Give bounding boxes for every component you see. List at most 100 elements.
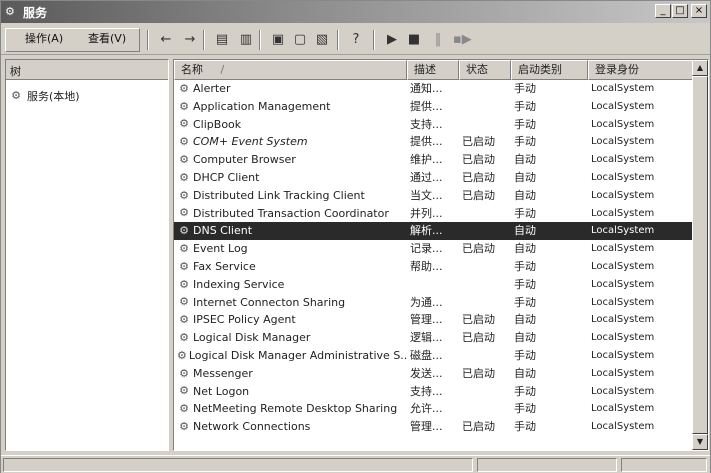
close-button[interactable]: × — [691, 4, 707, 18]
service-name-label: Logical Disk Manager — [193, 331, 311, 345]
tree-node-services-local[interactable]: ⚙ 服务(本地) — [9, 88, 80, 104]
export-list-icon[interactable]: ▧ — [313, 31, 331, 49]
cell-logon-as: LocalSystem — [591, 278, 655, 290]
table-row[interactable]: ⚙ Network Connections 管理... 已启动 手动 LocalSyste… — [174, 418, 694, 436]
start-service-icon[interactable]: ▶ — [383, 31, 401, 49]
minimize-button[interactable]: _ — [655, 4, 671, 18]
service-name-label: IPSEC Policy Agent — [193, 313, 296, 327]
cell-description: 通知... — [410, 82, 443, 95]
cell-description: 解析... — [410, 224, 443, 238]
column-header-status[interactable]: 状态 — [459, 60, 511, 80]
cell-description — [407, 276, 459, 294]
service-gears-icon: ⚙ — [179, 331, 189, 345]
cell-description: 管理... — [410, 420, 443, 434]
column-header-logon-as[interactable]: 登录身份 — [588, 60, 694, 80]
service-gears-icon: ⚙ — [179, 242, 189, 256]
services-list: 名称 / 描述 状态 启动类别 登录身份 ⚙ Alerter 通知... 手动 Loca… — [173, 59, 709, 451]
help-icon[interactable]: ? — [347, 31, 365, 49]
cell-status — [459, 383, 511, 401]
cell-status: 已启动 — [462, 170, 495, 184]
scrollbar-thumb[interactable] — [692, 76, 708, 434]
column-header-startup-type[interactable]: 启动类别 — [511, 60, 588, 80]
cell-logon-as: LocalSystem — [591, 136, 655, 148]
table-row[interactable]: ⚙ Internet Connecton Sharing 为通... 手动 LocalS… — [174, 294, 694, 312]
table-row[interactable]: ⚙ COM+ Event System 提供... 已启动 手动 LocalSystem — [174, 133, 694, 151]
table-row[interactable]: ⚙ Logical Disk Manager 逻辑... 已启动 自动 LocalSyst… — [174, 329, 694, 347]
cell-description: 提供... — [410, 135, 443, 149]
cell-status — [459, 400, 511, 418]
rows-container: ⚙ Alerter 通知... 手动 LocalSystem ⚙ Application M… — [174, 80, 694, 436]
cell-name: ⚙ Event Log — [174, 240, 407, 258]
cell-name: ⚙ Messenger — [174, 365, 407, 383]
table-row[interactable]: ⚙ Application Management 提供... 手动 LocalSyste… — [174, 98, 694, 116]
up-folder-icon[interactable]: ▤ — [213, 31, 231, 49]
service-gears-icon: ⚙ — [179, 420, 189, 434]
cell-logon-as: LocalSystem — [591, 332, 655, 344]
scroll-down-arrow-icon[interactable]: ▼ — [692, 434, 708, 450]
service-name-label: Event Log — [193, 242, 248, 256]
services-window: ⚙ 服务 _ □ × 操作(A) 查看(V) ← → ▤ ▥ ▣ ▢ ▧ ? ▶… — [0, 0, 711, 473]
cell-logon-as: LocalSystem — [591, 171, 655, 183]
service-gears-icon: ⚙ — [179, 81, 189, 95]
table-row[interactable]: ⚙ Distributed Transaction Coordinator 并列..… — [174, 205, 694, 223]
column-header-description[interactable]: 描述 — [407, 60, 459, 80]
table-row[interactable]: ⚙ IPSEC Policy Agent 管理... 已启动 自动 LocalSystem — [174, 311, 694, 329]
cell-name: ⚙ Alerter — [174, 80, 407, 98]
cell-description: 逻辑... — [410, 331, 443, 345]
service-gears-icon: ⚙ — [177, 348, 187, 362]
service-gears-icon: ⚙ — [179, 277, 189, 291]
table-row[interactable]: ⚙ Logical Disk Manager Administrative S..… — [174, 347, 694, 365]
maximize-button[interactable]: □ — [672, 4, 688, 18]
cell-logon-as: LocalSystem — [591, 225, 655, 237]
table-row[interactable]: ⚙ Distributed Link Tracking Client 当文... 已启… — [174, 187, 694, 205]
cell-status — [459, 294, 511, 312]
table-row[interactable]: ⚙ Indexing Service 手动 LocalSystem — [174, 276, 694, 294]
refresh-icon[interactable]: ▢ — [291, 31, 309, 49]
stop-service-icon[interactable]: ■ — [405, 31, 423, 49]
cell-description: 提供... — [410, 99, 443, 113]
cell-name: ⚙ NetMeeting Remote Desktop Sharing — [174, 400, 407, 418]
cell-startup-type: 手动 — [514, 277, 536, 291]
service-gears-icon: ⚙ — [179, 259, 189, 273]
menu-view[interactable]: 查看(V) — [88, 30, 126, 46]
gears-icon: ⚙ — [11, 89, 21, 102]
table-row[interactable]: ⚙ Fax Service 帮助... 手动 LocalSystem — [174, 258, 694, 276]
table-row[interactable]: ⚙ DNS Client 解析... 自动 LocalSystem — [174, 222, 694, 241]
cell-status — [459, 276, 511, 294]
vertical-scrollbar[interactable]: ▲ ▼ — [692, 60, 708, 450]
pause-service-icon[interactable]: ‖ — [429, 31, 447, 49]
service-name-label: DNS Client — [193, 224, 253, 238]
cell-startup-type: 手动 — [514, 206, 536, 220]
back-arrow-icon[interactable]: ← — [157, 31, 175, 49]
service-name-label: Net Logon — [193, 384, 250, 398]
cell-startup-type: 自动 — [514, 313, 536, 327]
service-name-label: Indexing Service — [193, 277, 285, 291]
table-row[interactable]: ⚙ Computer Browser 维护... 已启动 自动 LocalSystem — [174, 151, 694, 169]
cell-description: 支持... — [410, 117, 443, 131]
table-row[interactable]: ⚙ ClipBook 支持... 手动 LocalSystem — [174, 116, 694, 134]
table-row[interactable]: ⚙ Event Log 记录... 已启动 自动 LocalSystem — [174, 240, 694, 258]
table-row[interactable]: ⚙ Messenger 发送... 已启动 自动 LocalSystem — [174, 365, 694, 383]
table-row[interactable]: ⚙ Net Logon 支持... 手动 LocalSystem — [174, 383, 694, 401]
cell-startup-type: 手动 — [514, 420, 536, 434]
service-name-label: Distributed Link Tracking Client — [193, 188, 365, 202]
cell-name: ⚙ Indexing Service — [174, 276, 407, 294]
cell-name: ⚙ Computer Browser — [174, 151, 407, 169]
table-row[interactable]: ⚙ DHCP Client 通过... 已启动 自动 LocalSystem — [174, 169, 694, 187]
properties-icon[interactable]: ▣ — [269, 31, 287, 49]
restart-service-icon[interactable]: ▪▶ — [453, 31, 472, 49]
cell-description: 管理... — [410, 313, 443, 327]
column-header-name[interactable]: 名称 / — [174, 60, 407, 80]
show-hide-tree-icon[interactable]: ▥ — [237, 31, 255, 49]
service-name-label: Messenger — [193, 366, 253, 380]
forward-arrow-icon[interactable]: → — [181, 31, 199, 49]
table-row[interactable]: ⚙ Alerter 通知... 手动 LocalSystem — [174, 80, 694, 98]
scroll-up-arrow-icon[interactable]: ▲ — [692, 60, 708, 76]
cell-logon-as: LocalSystem — [591, 118, 655, 130]
table-row[interactable]: ⚙ NetMeeting Remote Desktop Sharing 允许... 手… — [174, 400, 694, 418]
service-gears-icon: ⚙ — [179, 366, 189, 380]
cell-startup-type: 手动 — [514, 295, 536, 309]
menu-action[interactable]: 操作(A) — [25, 30, 63, 46]
title-bar[interactable]: ⚙ 服务 _ □ × — [1, 1, 710, 23]
service-gears-icon: ⚙ — [179, 206, 189, 220]
